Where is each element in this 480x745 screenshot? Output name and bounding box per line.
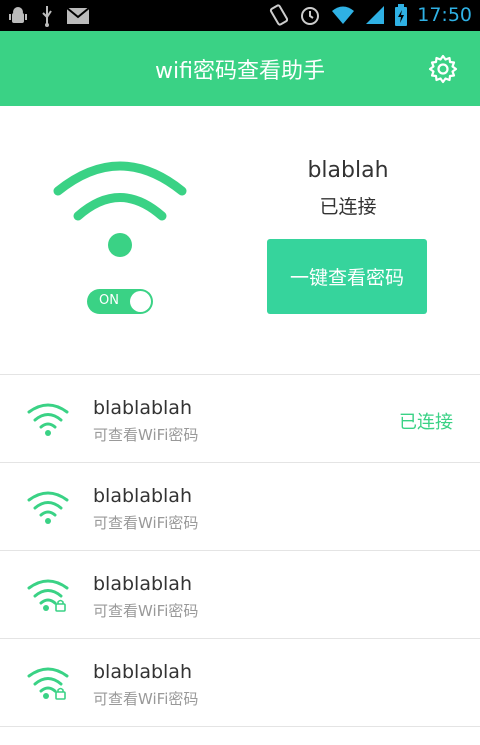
signal-icon	[366, 6, 385, 24]
mail-icon	[66, 7, 90, 24]
wifi-status-icon	[332, 6, 355, 24]
wifi-icon	[27, 491, 69, 524]
network-subtitle: 可查看WiFi密码	[93, 602, 199, 620]
toggle-knob	[130, 291, 151, 312]
app-title: wifi密码查看助手	[155, 59, 325, 84]
battery-icon	[395, 4, 408, 26]
network-ssid: blablablah	[93, 573, 192, 595]
android-debug-icon	[9, 7, 27, 23]
current-status: 已连接	[319, 196, 377, 218]
network-ssid: blablablah	[93, 397, 192, 419]
network-subtitle: 可查看WiFi密码	[93, 514, 199, 532]
view-password-button[interactable]: 一键查看密码	[267, 239, 427, 314]
network-row[interactable]: blablablah 可查看WiFi密码	[0, 551, 480, 638]
app-bar: wifi密码查看助手	[0, 31, 480, 106]
network-subtitle: 可查看WiFi密码	[93, 690, 199, 708]
network-row[interactable]: blablablah 可查看WiFi密码	[0, 639, 480, 726]
wifi-big-icon	[53, 161, 187, 257]
usb-icon	[42, 6, 52, 27]
wifi-icon	[27, 403, 69, 436]
network-row[interactable]: blablablah 可查看WiFi密码	[0, 463, 480, 550]
current-connection-panel: ON blablah 已连接 一键查看密码	[0, 106, 480, 374]
wifi-lock-icon	[27, 667, 69, 700]
toggle-label: ON	[99, 293, 119, 308]
network-subtitle: 可查看WiFi密码	[93, 426, 199, 444]
status-bar: 17:50	[0, 0, 480, 31]
network-ssid: blablablah	[93, 485, 192, 507]
clock-time: 17:50	[417, 4, 472, 26]
wifi-lock-icon	[27, 579, 69, 612]
vibrate-icon	[270, 4, 289, 26]
network-row[interactable]: blablablah 可查看WiFi密码 已连接	[0, 375, 480, 462]
divider	[0, 726, 480, 727]
alarm-icon	[301, 7, 320, 25]
network-status: 已连接	[399, 412, 453, 433]
settings-gear-icon[interactable]	[428, 54, 458, 84]
network-ssid: blablablah	[93, 661, 192, 683]
current-ssid: blablah	[307, 158, 389, 183]
wifi-toggle[interactable]: ON	[87, 289, 153, 314]
